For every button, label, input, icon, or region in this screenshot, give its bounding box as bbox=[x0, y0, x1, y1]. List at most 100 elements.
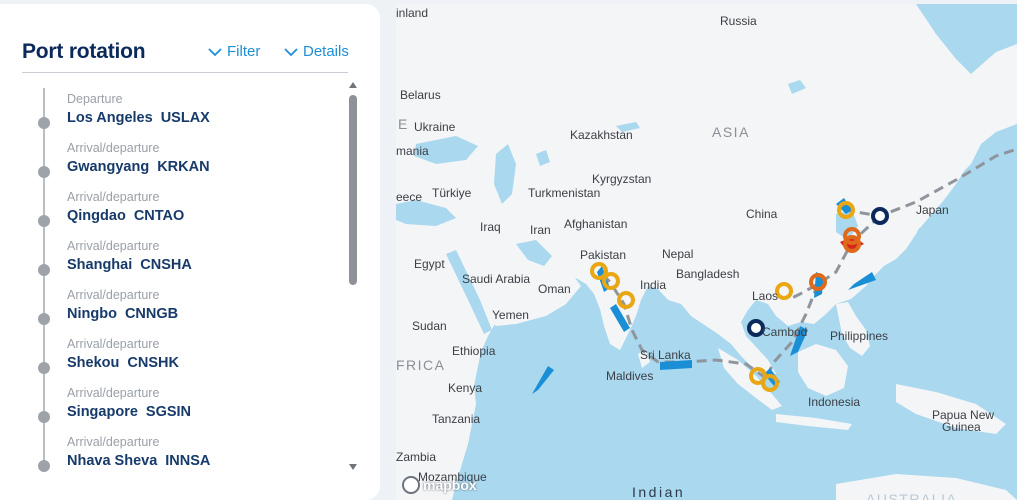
port-city: Gwangyang bbox=[67, 159, 150, 175]
map-label-tanzania: Tanzania bbox=[432, 412, 481, 426]
map-label-kazakhstan: Kazakhstan bbox=[570, 128, 633, 142]
list-scrollbar[interactable] bbox=[346, 80, 360, 472]
map-label-kenya: Kenya bbox=[448, 381, 483, 395]
port-name: Nhava Sheva INNSA bbox=[67, 453, 210, 469]
stop-type: Arrival/departure bbox=[67, 239, 160, 253]
port-rotation-panel: Port rotation Filter Details Departure L… bbox=[0, 4, 380, 500]
details-label: Details bbox=[303, 43, 349, 60]
map-label-bangladesh: Bangladesh bbox=[676, 267, 740, 281]
mapbox-logo-icon bbox=[402, 476, 420, 494]
map-label-asia: ASIA bbox=[712, 124, 750, 140]
header-divider bbox=[22, 72, 348, 73]
map-label-australia: AUSTRALIA bbox=[866, 491, 958, 500]
list-item[interactable]: Arrival/departure Qingdao CNTAO bbox=[22, 188, 342, 234]
mapbox-attribution[interactable]: mapbox bbox=[402, 474, 477, 496]
route-map[interactable]: inland Russia Belarus E Ukraine Kazakhst… bbox=[396, 4, 1017, 500]
map-label-egypt: Egypt bbox=[414, 257, 445, 271]
map-label-greece: eece bbox=[396, 190, 423, 204]
timeline-dot bbox=[38, 166, 50, 178]
map-label-yemen: Yemen bbox=[492, 308, 529, 322]
map-label-oman: Oman bbox=[538, 282, 571, 296]
stop-type: Arrival/departure bbox=[67, 288, 160, 302]
port-code: KRKAN bbox=[157, 159, 210, 175]
map-label-saudi: Saudi Arabia bbox=[462, 272, 531, 286]
scroll-up-arrow-icon[interactable] bbox=[349, 82, 357, 88]
vessel-icon bbox=[532, 366, 554, 394]
port-city: Shanghai bbox=[67, 257, 133, 273]
port-name: Gwangyang KRKAN bbox=[67, 159, 210, 175]
map-label-laos: Laos bbox=[752, 289, 779, 303]
port-city: Ningbo bbox=[67, 306, 117, 322]
stop-type: Arrival/departure bbox=[67, 190, 160, 204]
port-city: Qingdao bbox=[67, 208, 126, 224]
map-label-afghanistan: Afghanistan bbox=[564, 217, 628, 231]
map-label-russia: Russia bbox=[720, 14, 757, 28]
map-label-kyrgyzstan: Kyrgyzstan bbox=[592, 172, 652, 186]
port-name: Shanghai CNSHA bbox=[67, 257, 192, 273]
map-label-maldives: Maldives bbox=[606, 369, 654, 383]
list-item[interactable]: Arrival/departure Nhava Sheva INNSA bbox=[22, 433, 342, 479]
land-java bbox=[776, 414, 852, 430]
list-item[interactable]: Arrival/departure Singapore SGSIN bbox=[22, 384, 342, 430]
map-label-china: China bbox=[746, 207, 778, 221]
map-label-philippines: Philippines bbox=[830, 329, 889, 343]
timeline-dot bbox=[38, 264, 50, 276]
map-label-ukraine: Ukraine bbox=[414, 120, 456, 134]
map-label-turkmenistan: Turkmenistan bbox=[528, 186, 601, 200]
list-item[interactable]: Arrival/departure Gwangyang KRKAN bbox=[22, 139, 342, 185]
details-button[interactable]: Details bbox=[284, 43, 349, 60]
map-label-pakistan: Pakistan bbox=[580, 248, 627, 262]
stop-type: Arrival/departure bbox=[67, 386, 160, 400]
port-marker-icon bbox=[871, 207, 889, 225]
chevron-down-icon bbox=[284, 47, 298, 56]
list-item[interactable]: Arrival/departure Ningbo CNNGB bbox=[22, 286, 342, 332]
map-label-japan: Japan bbox=[916, 203, 949, 217]
map-label-iran: Iran bbox=[530, 223, 551, 237]
port-city: Shekou bbox=[67, 355, 120, 371]
list-item[interactable]: Arrival/departure Shekou CNSHK bbox=[22, 335, 342, 381]
scroll-thumb[interactable] bbox=[349, 95, 357, 285]
timeline-dot bbox=[38, 411, 50, 423]
port-code: USLAX bbox=[160, 110, 210, 126]
port-city: Nhava Sheva bbox=[67, 453, 158, 469]
map-label-cambodia: Cambod bbox=[762, 325, 808, 339]
chevron-down-icon bbox=[208, 47, 222, 56]
port-marker-icon bbox=[747, 319, 765, 337]
land-borneo bbox=[798, 344, 848, 396]
map-label-indonesia: Indonesia bbox=[808, 395, 861, 409]
filter-button[interactable]: Filter bbox=[208, 43, 260, 60]
port-code: INNSA bbox=[165, 453, 211, 469]
map-label-turkiye: Türkiye bbox=[432, 186, 472, 200]
map-label-indian-ocean: Indian bbox=[632, 484, 686, 500]
panel-header: Port rotation Filter Details bbox=[22, 40, 352, 70]
port-name: Los Angeles USLAX bbox=[67, 110, 210, 126]
map-label-png2: Guinea bbox=[942, 420, 981, 434]
map-label-ethiopia: Ethiopia bbox=[452, 344, 496, 358]
port-city: Singapore bbox=[67, 404, 138, 420]
map-label-finland: inland bbox=[396, 6, 429, 20]
port-code: CNNGB bbox=[124, 306, 179, 322]
map-label-srilanka: Sri Lanka bbox=[640, 348, 691, 362]
map-label-sudan: Sudan bbox=[412, 319, 447, 333]
timeline-dot bbox=[38, 117, 50, 129]
port-name: Qingdao CNTAO bbox=[67, 208, 184, 224]
port-code: SGSIN bbox=[145, 404, 192, 420]
list-item[interactable]: Arrival/departure Shanghai CNSHA bbox=[22, 237, 342, 283]
timeline-dot bbox=[38, 362, 50, 374]
mapbox-text: mapbox bbox=[423, 477, 477, 493]
panel-title: Port rotation bbox=[22, 40, 146, 63]
scroll-down-arrow-icon[interactable] bbox=[349, 464, 357, 470]
port-code: CNSHA bbox=[140, 257, 192, 273]
stop-type: Arrival/departure bbox=[67, 337, 160, 351]
port-list[interactable]: Departure Los Angeles USLAX Arrival/depar… bbox=[22, 80, 362, 480]
port-city: Los Angeles bbox=[67, 110, 153, 126]
map-label-zambia: Zambia bbox=[396, 450, 437, 464]
map-label-romania: mania bbox=[396, 144, 429, 158]
stop-type: Arrival/departure bbox=[67, 141, 160, 155]
map-canvas bbox=[396, 4, 1017, 500]
map-label-belarus: Belarus bbox=[400, 88, 441, 102]
port-code: CNTAO bbox=[133, 208, 185, 224]
port-name: Ningbo CNNGB bbox=[67, 306, 178, 322]
list-item[interactable]: Departure Los Angeles USLAX bbox=[22, 90, 342, 136]
timeline-dot bbox=[38, 313, 50, 325]
